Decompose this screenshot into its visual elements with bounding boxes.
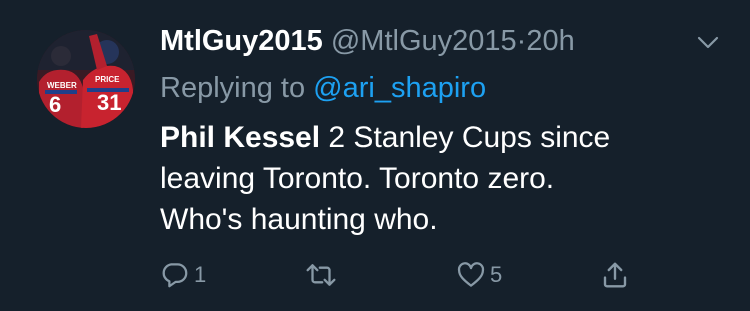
avatar-jersey-right-number: 31	[97, 90, 121, 115]
tweet-text-line-1: Phil Kessel 2 Stanley Cups since	[160, 117, 730, 158]
separator-dot: ·	[516, 25, 527, 57]
heart-icon	[457, 262, 485, 287]
avatar-jersey-left-name: WEBER	[47, 81, 77, 90]
reply-count: 1	[194, 262, 207, 287]
reply-icon	[162, 263, 188, 288]
avatar-image: WEBER 6 PRICE 31	[37, 30, 135, 128]
avatar-jersey-right-name: PRICE	[95, 75, 120, 84]
timestamp[interactable]: 20h	[526, 25, 574, 57]
tweet-text: Phil Kessel 2 Stanley Cups since leaving…	[160, 117, 730, 240]
avatar[interactable]: WEBER 6 PRICE 31	[37, 30, 135, 128]
handle[interactable]: @MtlGuy2015	[331, 25, 517, 57]
reply-mention-link[interactable]: @ari_shapiro	[313, 72, 486, 104]
tweet-text-line-1-rest: 2 Stanley Cups since	[320, 121, 611, 154]
retweet-button[interactable]	[304, 255, 342, 295]
display-name[interactable]: MtlGuy2015	[160, 25, 323, 57]
tweet-text-line-3: Who's haunting who.	[160, 203, 438, 236]
replying-to: Replying to @ari_shapiro	[160, 70, 486, 106]
tweet-card[interactable]: WEBER 6 PRICE 31 MtlGuy2015 @MtlGuy2015·…	[0, 0, 750, 311]
like-count: 5	[490, 262, 503, 287]
replying-to-label: Replying to	[160, 72, 306, 104]
share-icon	[603, 262, 627, 288]
reply-button[interactable]: 1	[160, 255, 206, 295]
tweet-header: MtlGuy2015 @MtlGuy2015·20h	[160, 23, 575, 59]
share-button[interactable]	[600, 255, 630, 295]
action-bar: 1 5	[0, 255, 750, 295]
like-button[interactable]: 5	[456, 255, 502, 295]
retweet-icon	[306, 264, 336, 286]
tweet-text-line-2: leaving Toronto. Toronto zero.	[160, 162, 555, 195]
avatar-jersey-left-number: 6	[49, 92, 61, 117]
bold-mention-text: Phil Kessel	[160, 121, 321, 154]
chevron-down-icon[interactable]	[696, 30, 720, 54]
